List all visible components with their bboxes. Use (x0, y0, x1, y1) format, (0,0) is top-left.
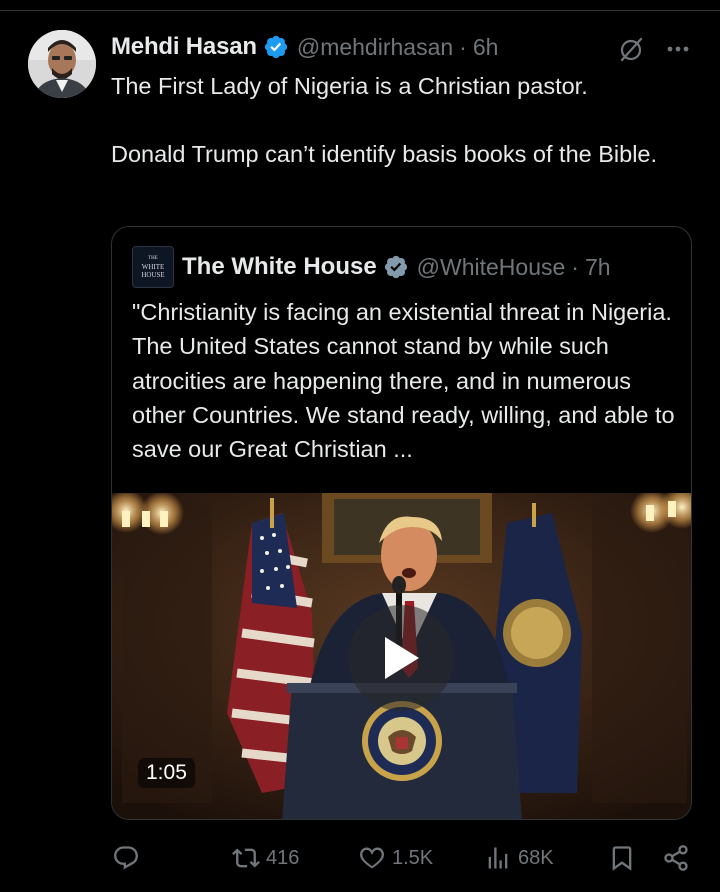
bookmark-button[interactable] (608, 838, 636, 878)
share-icon (664, 845, 688, 871)
views-count: 68K (518, 846, 554, 869)
author-name[interactable]: Mehdi Hasan (111, 33, 257, 61)
government-verified-icon (384, 255, 407, 279)
quoted-tweet-header: THE WHITE HOUSE The White House @WhiteHo… (132, 246, 611, 288)
quoted-tweet[interactable]: THE WHITE HOUSE The White House @WhiteHo… (111, 226, 692, 820)
video-duration: 1:05 (138, 758, 195, 788)
grok-icon[interactable] (618, 36, 644, 62)
quoted-tweet-time: 7h (584, 253, 611, 280)
quoted-author-handle: @WhiteHouse (416, 253, 566, 280)
reply-icon (114, 846, 138, 870)
tweet-header: Mehdi Hasan @mehdirhasan · 6h (111, 32, 498, 62)
avatar-logo-text: WHITE (141, 263, 165, 271)
views-button[interactable]: 68K (484, 838, 554, 878)
author-handle[interactable]: @mehdirhasan (297, 34, 453, 61)
like-count: 1.5K (392, 846, 434, 869)
share-button[interactable] (662, 838, 690, 878)
tweet-actions: 416 1.5K 68K (0, 838, 720, 878)
repost-button[interactable]: 416 (232, 838, 299, 878)
repost-count: 416 (266, 846, 300, 869)
avatar-logo-text: THE (148, 256, 158, 261)
play-icon (385, 637, 419, 679)
separator-dot: · (571, 253, 579, 280)
bookmark-icon (612, 846, 632, 871)
tweet-text: The First Lady of Nigeria is a Christian… (111, 73, 658, 167)
play-button[interactable] (348, 605, 454, 711)
quoted-author-avatar: THE WHITE HOUSE (132, 246, 174, 288)
reply-button[interactable] (112, 838, 146, 878)
like-button[interactable]: 1.5K (358, 838, 433, 878)
repost-icon (232, 848, 260, 868)
separator-dot: · (459, 33, 467, 60)
avatar-logo-text: HOUSE (141, 271, 165, 279)
heart-icon (360, 847, 384, 869)
views-icon (488, 847, 508, 869)
quoted-tweet-text: "Christianity is facing an existential t… (132, 299, 675, 463)
verified-badge-icon (264, 35, 287, 59)
video-player[interactable]: 1:05 (112, 493, 691, 819)
top-divider (0, 10, 720, 11)
tweet-time[interactable]: 6h (473, 34, 499, 61)
more-options-icon[interactable] (665, 36, 691, 62)
quoted-author-name: The White House (182, 253, 377, 280)
author-avatar[interactable] (28, 30, 96, 98)
